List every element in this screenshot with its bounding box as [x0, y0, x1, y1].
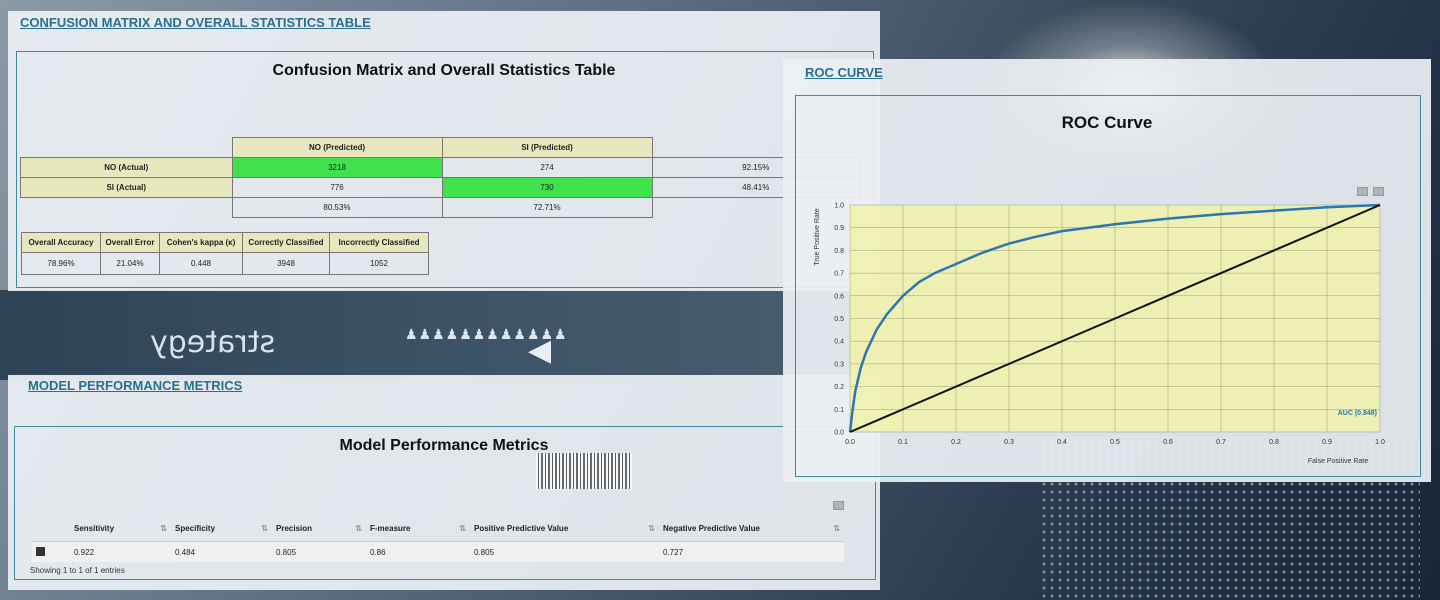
metrics-col-header[interactable]: F-measure ⇅: [366, 515, 470, 542]
stat-value: 78.96%: [21, 252, 101, 275]
x-axis-label: False Positive Rate: [1308, 458, 1368, 465]
x-tick-label: 0.9: [1322, 439, 1332, 446]
y-tick-label: 1.0: [834, 203, 844, 210]
overall-stats-table: Overall Accuracy Overall Error Cohen's k…: [21, 232, 429, 275]
x-tick-label: 0.7: [1216, 439, 1226, 446]
y-tick-label: 0.8: [834, 248, 844, 255]
metrics-box-title: Model Performance Metrics: [339, 437, 549, 454]
col-header-no-predicted: NO (Predicted): [231, 137, 443, 158]
sort-icon[interactable]: ⇅: [160, 524, 167, 533]
confusion-panel: CONFUSION MATRIX AND OVERALL STATISTICS …: [8, 11, 880, 291]
col-rate: 80.53%: [231, 197, 443, 218]
sort-icon[interactable]: ⇅: [355, 524, 362, 533]
matrix-cell: 776: [231, 177, 443, 198]
x-tick-label: 0.0: [845, 439, 855, 446]
metrics-col-header[interactable]: Sensitivity ⇅: [70, 515, 171, 542]
metrics-col-header[interactable]: Positive Predictive Value ⇅: [470, 515, 659, 542]
x-tick-label: 0.8: [1269, 439, 1279, 446]
matrix-cell: 274: [441, 157, 653, 178]
select-column-header: [32, 515, 70, 542]
sort-icon[interactable]: ⇅: [833, 524, 840, 533]
metrics-section-title[interactable]: MODEL PERFORMANCE METRICS: [28, 378, 242, 393]
col-rate: 72.71%: [441, 197, 653, 218]
confusion-matrix-table: NO (Predicted) SI (Predicted) NO (Actual…: [20, 137, 860, 218]
matrix-cell: 3218: [231, 157, 443, 178]
y-tick-label: 0.7: [834, 271, 844, 278]
stat-header: Correctly Classified: [242, 232, 330, 253]
metric-value: 0.727: [659, 541, 844, 562]
roc-panel: ROC CURVE ROC Curve 0.0 0.1 0.2 0.3 0.4 0.5 0.…: [783, 59, 1431, 482]
metrics-col-header[interactable]: Negative Predictive Value ⇅: [659, 515, 844, 542]
y-tick-label: 0.3: [834, 361, 844, 368]
row-header-si-actual: SI (Actual): [20, 177, 233, 198]
sort-icon[interactable]: ⇅: [459, 524, 466, 533]
metric-value: 0.86: [366, 541, 470, 562]
y-tick-label: 0.9: [834, 225, 844, 232]
y-tick-label: 0.4: [834, 339, 844, 346]
col-header-si-predicted: SI (Predicted): [441, 137, 653, 158]
stat-value: 21.04%: [100, 252, 160, 275]
y-tick-label: 0.5: [834, 316, 844, 323]
background-arrow-icon: ◀: [528, 334, 552, 367]
stat-value: 0.448: [159, 252, 243, 275]
barcode-graphic: [536, 453, 632, 489]
metrics-panel: MODEL PERFORMANCE METRICS Model Performa…: [8, 375, 880, 590]
metrics-table: Sensitivity ⇅ Specificity ⇅ Precision ⇅ F-m…: [32, 515, 844, 562]
stat-header: Incorrectly Classified: [329, 232, 429, 253]
stat-header: Cohen's kappa (κ): [159, 232, 243, 253]
stat-header: Overall Error: [100, 232, 160, 253]
confusion-section-title[interactable]: CONFUSION MATRIX AND OVERALL STATISTICS …: [20, 15, 371, 30]
confusion-box-title: Confusion Matrix and Overall Statistics …: [272, 62, 616, 79]
y-tick-label: 0.6: [834, 293, 844, 300]
metrics-col-header[interactable]: Precision ⇅: [272, 515, 366, 542]
metric-value: 0.484: [171, 541, 272, 562]
metric-value: 0.922: [70, 541, 171, 562]
metric-value: 0.805: [272, 541, 366, 562]
x-tick-label: 0.1: [898, 439, 908, 446]
background-word: strategy: [150, 325, 276, 360]
x-tick-label: 0.6: [1163, 439, 1173, 446]
sort-icon[interactable]: ⇅: [648, 524, 655, 533]
row-header-no-actual: NO (Actual): [20, 157, 233, 178]
x-tick-label: 0.5: [1110, 439, 1120, 446]
y-axis-label: True Positive Rate: [814, 208, 821, 265]
metrics-col-header[interactable]: Specificity ⇅: [171, 515, 272, 542]
y-tick-label: 0.2: [834, 384, 844, 391]
auc-annotation: AUC (0.848): [1338, 410, 1377, 417]
y-tick-label: 0.1: [834, 407, 844, 414]
roc-chart: 0.0 0.1 0.2 0.3 0.4 0.5 0.6 0.7 0.8 0.9 1.0 0.0 0.1 0…: [814, 203, 1385, 466]
x-tick-label: 0.4: [1057, 439, 1067, 446]
x-tick-label: 1.0: [1375, 439, 1385, 446]
expand-icon[interactable]: [833, 501, 844, 510]
matrix-cell: 730: [441, 177, 653, 198]
x-tick-label: 0.2: [951, 439, 961, 446]
table-footer-info: Showing 1 to 1 of 1 entries: [30, 566, 125, 575]
row-select-icon[interactable]: [32, 541, 70, 562]
x-tick-label: 0.3: [1004, 439, 1014, 446]
sort-icon[interactable]: ⇅: [261, 524, 268, 533]
table-row[interactable]: 0.922 0.484 0.805 0.86 0.805 0.727: [32, 541, 844, 562]
stat-value: 1052: [329, 252, 429, 275]
stat-header: Overall Accuracy: [21, 232, 101, 253]
stat-value: 3948: [242, 252, 330, 275]
metric-value: 0.805: [470, 541, 659, 562]
y-tick-label: 0.0: [834, 430, 844, 437]
